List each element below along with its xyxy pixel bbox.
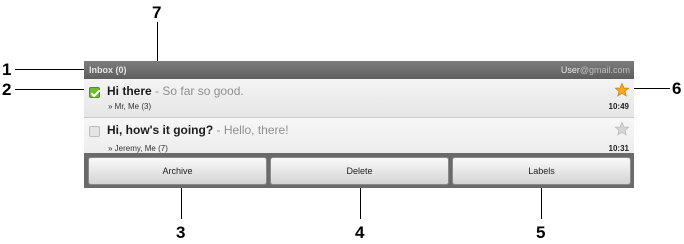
inbox-screen: Inbox (0) User@gmail.com Hi there - So f… — [84, 61, 634, 188]
message-subject-line: Hi, how's it going? - Hello, there! — [107, 123, 289, 137]
labels-button[interactable]: Labels — [452, 157, 631, 185]
message-participants: » Mr, Me (3) — [108, 102, 152, 111]
message-row-1[interactable]: Hi there - So far so good. » Mr, Me (3) … — [84, 79, 634, 118]
message-subject: Hi, how's it going? — [107, 123, 214, 137]
callout-4: 4 — [355, 223, 365, 242]
folder-title[interactable]: Inbox (0) — [89, 61, 127, 79]
callout-4-line — [360, 188, 361, 219]
delete-button[interactable]: Delete — [270, 157, 449, 185]
callout-7: 7 — [152, 3, 162, 22]
star-filled-icon[interactable] — [614, 82, 630, 98]
callout-6: 6 — [672, 79, 682, 98]
message-subject-line: Hi there - So far so good. — [107, 84, 244, 98]
action-bar: Archive Delete Labels — [84, 153, 634, 188]
account-prefix: User — [560, 65, 580, 75]
account-domain: @gmail.com — [579, 65, 630, 75]
message-checkbox-unchecked[interactable] — [89, 126, 100, 137]
message-time: 10:31 — [608, 144, 629, 153]
message-time: 10:49 — [608, 102, 629, 111]
message-participants: » Jeremy, Me (7) — [108, 144, 168, 153]
title-bar: Inbox (0) User@gmail.com — [84, 61, 634, 79]
star-outline-icon[interactable] — [614, 121, 630, 137]
message-row-2[interactable]: Hi, how's it going? - Hello, there! » Je… — [84, 118, 634, 157]
callout-1: 1 — [2, 60, 12, 79]
account-label: User@gmail.com — [561, 61, 630, 79]
callout-5-line — [541, 188, 542, 219]
message-snippet: - So far so good. — [151, 84, 244, 98]
message-snippet: - Hello, there! — [213, 123, 289, 137]
callout-2: 2 — [2, 80, 12, 99]
callout-1-line — [15, 69, 86, 70]
callout-3-line — [181, 188, 182, 219]
callout-3: 3 — [176, 223, 186, 242]
callout-6-line — [632, 88, 670, 89]
archive-button[interactable]: Archive — [88, 157, 267, 185]
message-subject: Hi there — [107, 84, 152, 98]
callout-5: 5 — [536, 223, 546, 242]
message-checkbox-checked[interactable] — [89, 87, 100, 98]
callout-2-line — [15, 89, 86, 90]
